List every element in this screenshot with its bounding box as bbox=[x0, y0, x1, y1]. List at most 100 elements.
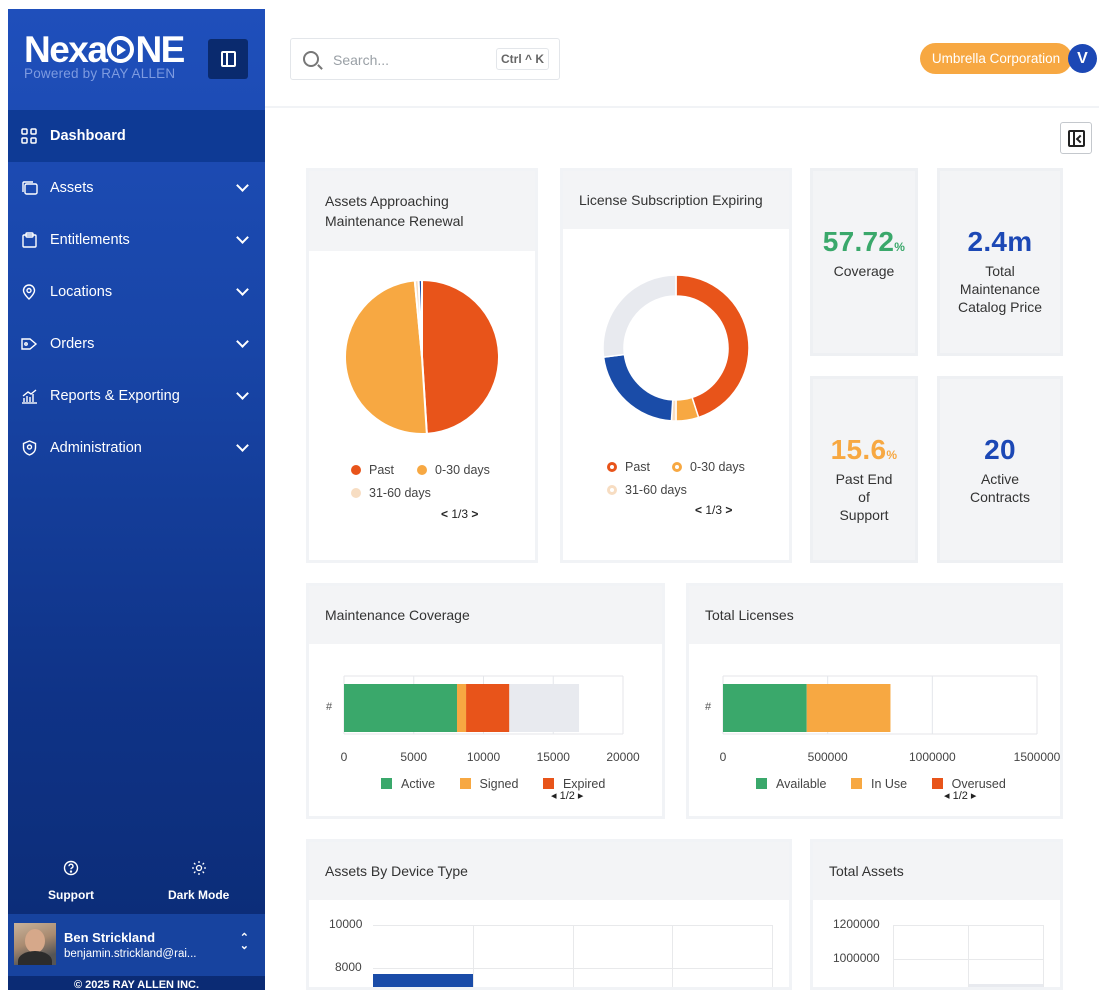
total-licenses-card: Total Licenses 0 500000 1000000 1500000 # Av… bbox=[686, 583, 1063, 819]
dark-mode-label: Dark Mode bbox=[168, 888, 230, 902]
gridline bbox=[573, 925, 574, 987]
legend-pager[interactable]: < 1/3 > bbox=[441, 507, 478, 521]
chevron-up-down-icon: ⌃ ⌄ bbox=[239, 932, 249, 952]
pie-slice-past[interactable] bbox=[421, 278, 500, 435]
sidebar-tools: Support Dark Mode bbox=[8, 860, 265, 910]
sun-icon bbox=[168, 860, 229, 880]
grid-icon bbox=[20, 127, 38, 145]
donut-slice-past[interactable] bbox=[675, 274, 750, 419]
y-tick-label: 1200000 bbox=[833, 917, 880, 931]
top-bar: Search... Ctrl ^ K Umbrella Corporation … bbox=[265, 10, 1099, 108]
x-tick-label: 1500000 bbox=[1014, 750, 1060, 764]
kpi-label: Past End of Support bbox=[835, 471, 893, 523]
dark-mode-toggle[interactable]: Dark Mode bbox=[168, 860, 229, 902]
sidebar-item-orders[interactable]: Orders bbox=[8, 318, 265, 370]
bar-segment-active[interactable] bbox=[344, 684, 457, 732]
sidebar-item-label: Administration bbox=[50, 440, 142, 456]
gridline bbox=[1043, 925, 1044, 987]
folder-stack-icon bbox=[20, 179, 38, 197]
card-title: Total Assets bbox=[813, 842, 1060, 900]
sidebar-item-dashboard[interactable]: Dashboard bbox=[8, 110, 265, 162]
y-category-label: # bbox=[326, 701, 333, 713]
bar-segment-in-use[interactable] bbox=[806, 684, 891, 732]
tag-icon bbox=[20, 335, 38, 353]
sidebar-item-label: Dashboard bbox=[50, 128, 126, 144]
clipboard-icon bbox=[20, 231, 38, 249]
chevron-down-icon bbox=[236, 439, 249, 452]
device-type-bar[interactable] bbox=[373, 974, 473, 987]
logo[interactable]: Nexa NE Powered by RAY ALLEN bbox=[24, 31, 185, 81]
x-tick-label: 15000 bbox=[537, 750, 571, 764]
bar-segment-expired[interactable] bbox=[466, 684, 510, 732]
chevron-down-icon bbox=[236, 179, 249, 192]
legend-pager[interactable]: ◂ 1/2 ▸ bbox=[944, 789, 976, 802]
total-assets-bar[interactable] bbox=[969, 984, 1043, 987]
organization-switcher[interactable]: Umbrella Corporation ✦ bbox=[920, 43, 1072, 74]
user-menu[interactable]: Ben Strickland benjamin.strickland@rai..… bbox=[8, 914, 265, 976]
legend-item-past[interactable]: Past bbox=[351, 463, 394, 477]
x-tick-label: 5000 bbox=[400, 750, 427, 764]
maintenance-coverage-card: Maintenance Coverage 0 5000 10000 15000 2000… bbox=[306, 583, 665, 819]
maintenance-coverage-bar-chart: 0 5000 10000 15000 20000 # bbox=[326, 675, 640, 764]
maintenance-renewal-pie-chart bbox=[344, 278, 500, 435]
organization-name: Umbrella Corporation bbox=[931, 51, 1061, 66]
x-tick-label: 20000 bbox=[606, 750, 640, 764]
bar-segment-remaining[interactable] bbox=[509, 684, 580, 732]
map-pin-icon bbox=[20, 283, 38, 301]
user-avatar-button[interactable]: V bbox=[1068, 44, 1097, 73]
gridline bbox=[772, 925, 773, 987]
sparkle-icon: ✦ bbox=[1057, 45, 1068, 59]
panel-toggle-button[interactable] bbox=[1060, 122, 1092, 154]
legend-item-0-30[interactable]: 0-30 days bbox=[672, 460, 745, 474]
pie-slice-0-30-days[interactable] bbox=[344, 279, 428, 435]
card-title: Maintenance Coverage bbox=[309, 586, 662, 644]
kpi-label: Coverage bbox=[833, 263, 895, 279]
sidebar-item-label: Reports & Exporting bbox=[50, 388, 180, 404]
y-tick-label: 1000000 bbox=[833, 951, 880, 965]
bar-segment-available[interactable] bbox=[723, 684, 807, 732]
card-title: License Subscription Expiring bbox=[563, 171, 789, 229]
avatar bbox=[14, 923, 56, 965]
user-email: benjamin.strickland@rai... bbox=[64, 948, 197, 960]
sidebar-item-assets[interactable]: Assets bbox=[8, 162, 265, 214]
maintenance-renewal-card: Assets Approaching Maintenance Renewal P… bbox=[306, 168, 538, 563]
legend-item-active[interactable]: Active bbox=[381, 777, 435, 791]
sidebar-collapse-button[interactable] bbox=[208, 39, 248, 79]
bar-segment-signed[interactable] bbox=[456, 684, 467, 732]
x-tick-label: 0 bbox=[341, 750, 348, 764]
active-contracts-kpi: 20 Active Contracts bbox=[937, 376, 1063, 563]
card-title: Assets By Device Type bbox=[309, 842, 789, 900]
total-licenses-bar-chart: 0 500000 1000000 1500000 # bbox=[705, 675, 1060, 764]
legend-item-0-30[interactable]: 0-30 days bbox=[417, 463, 490, 477]
donut-slice-other-1[interactable] bbox=[602, 353, 674, 422]
search-placeholder: Search... bbox=[333, 52, 390, 68]
sidebar-item-administration[interactable]: Administration bbox=[8, 422, 265, 474]
legend-item-31-60[interactable]: 31-60 days bbox=[351, 486, 431, 500]
x-tick-label: 10000 bbox=[467, 750, 501, 764]
legend-item-31-60[interactable]: 31-60 days bbox=[607, 483, 687, 497]
legend-item-available[interactable]: Available bbox=[756, 777, 827, 791]
kpi-value: 2.4m bbox=[967, 226, 1033, 257]
chevron-down-icon bbox=[236, 231, 249, 244]
legend-pager[interactable]: < 1/3 > bbox=[695, 503, 732, 517]
kpi-value: 57.72% bbox=[822, 226, 906, 257]
collapse-icon bbox=[220, 51, 236, 67]
chart-icon bbox=[20, 387, 38, 405]
legend-item-past[interactable]: Past bbox=[607, 460, 650, 474]
y-tick-label: 10000 bbox=[329, 917, 363, 931]
sidebar-item-entitlements[interactable]: Entitlements bbox=[8, 214, 265, 266]
x-tick-label: 0 bbox=[720, 750, 727, 764]
search-input[interactable]: Search... Ctrl ^ K bbox=[290, 38, 560, 80]
kpi-value: 15.6% bbox=[830, 434, 898, 465]
y-category-label: # bbox=[705, 701, 712, 713]
sidebar-item-locations[interactable]: Locations bbox=[8, 266, 265, 318]
gridline bbox=[672, 925, 673, 987]
copyright: © 2025 RAY ALLEN INC. bbox=[73, 979, 200, 990]
support-button[interactable]: Support bbox=[48, 860, 94, 902]
donut-slice-other-2[interactable] bbox=[602, 274, 677, 358]
sidebar-item-reports[interactable]: Reports & Exporting bbox=[8, 370, 265, 422]
legend-pager[interactable]: ◂ 1/2 ▸ bbox=[551, 789, 583, 802]
kpi-value: 20 bbox=[984, 434, 1016, 465]
legend-item-signed[interactable]: Signed bbox=[459, 777, 518, 791]
legend-item-in-use[interactable]: In Use bbox=[851, 777, 907, 791]
